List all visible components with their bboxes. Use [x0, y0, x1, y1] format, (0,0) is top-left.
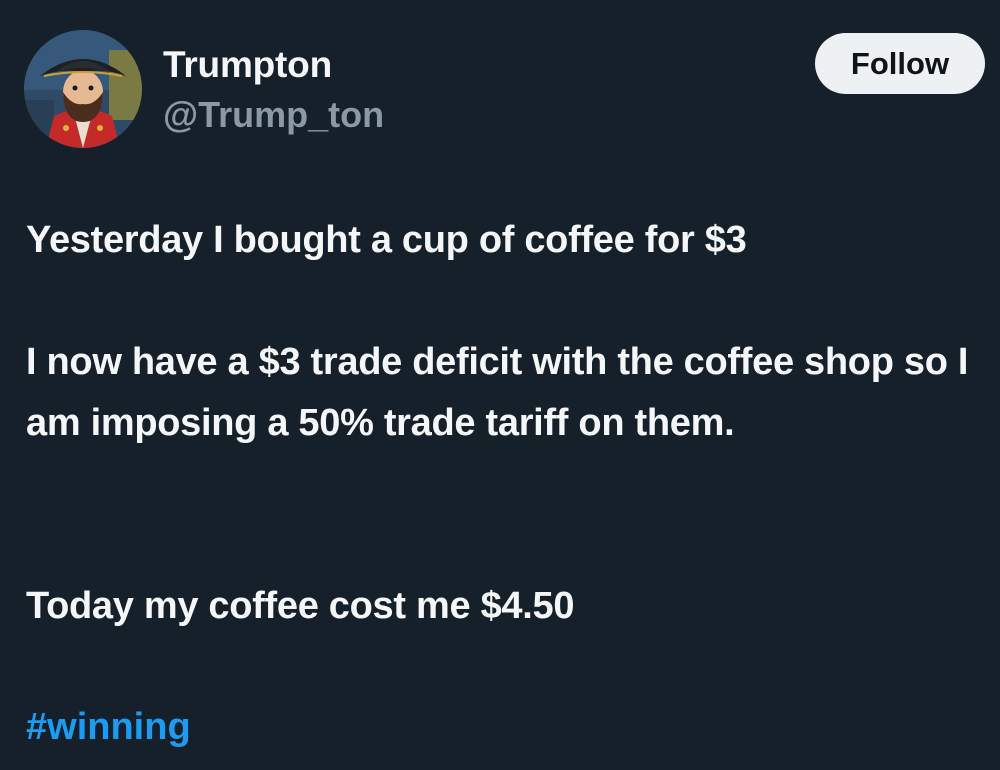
hashtag-link[interactable]: #winning [26, 697, 191, 758]
tweet-paragraph-2: I now have a $3 trade deficit with the c… [26, 341, 969, 444]
pirate-captain-avatar-icon [24, 30, 142, 148]
tweet-paragraph-3: Today my coffee cost me $4.50 [26, 585, 575, 627]
avatar[interactable] [24, 30, 142, 148]
author-handle[interactable]: @Trump_ton [163, 94, 384, 136]
follow-button[interactable]: Follow [815, 33, 985, 94]
tweet-paragraph-1: Yesterday I bought a cup of coffee for $… [26, 219, 747, 261]
tweet-card: Trumpton @Trump_ton Follow Yesterday I b… [0, 0, 1000, 770]
author-display-name[interactable]: Trumpton [163, 44, 332, 86]
